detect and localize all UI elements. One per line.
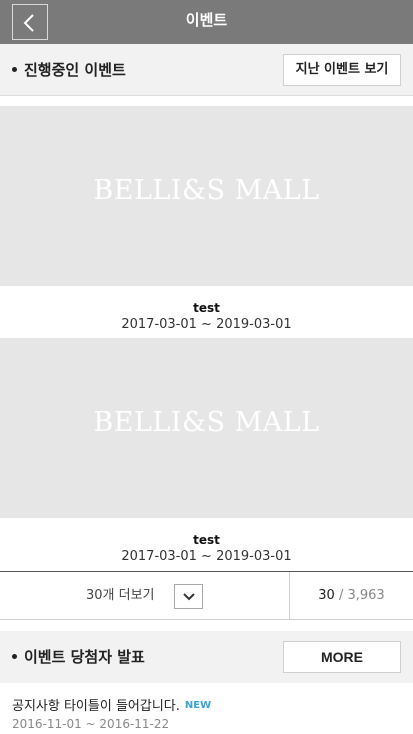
notice-item[interactable]: 공지사항 타이틀이 들어갑니다. NEW 2016-11-01 ~ 2016-11… <box>0 683 413 734</box>
event-banner-logo: BELLI&S MALL <box>93 407 320 438</box>
counter-current: 30 <box>318 588 335 603</box>
event-period: 2017-03-01 ~ 2019-03-01 <box>121 549 292 564</box>
load-more-button[interactable] <box>174 584 203 609</box>
load-more-area[interactable]: 30개 더보기 <box>0 572 290 620</box>
new-badge: NEW <box>184 700 212 711</box>
bullet-icon <box>12 67 17 72</box>
ongoing-events-title-text: 진행중인 이벤트 <box>24 61 126 79</box>
winners-more-button[interactable]: MORE <box>283 641 401 673</box>
event-banner[interactable]: BELLI&S MALL <box>0 106 413 286</box>
event-counter: 30 / 3,963 <box>290 572 413 620</box>
event-card[interactable]: BELLI&S MALL test 2017-03-01 ~ 2019-03-0… <box>0 338 413 566</box>
load-more-label[interactable]: 30개 더보기 <box>86 572 155 620</box>
notice-period: 2016-11-01 ~ 2016-11-22 <box>12 717 170 731</box>
ongoing-events-title: 진행중인 이벤트 <box>12 44 126 96</box>
notice-title[interactable]: 공지사항 타이틀이 들어갑니다. <box>12 699 180 714</box>
event-period: 2017-03-01 ~ 2019-03-01 <box>121 317 292 332</box>
winners-header: 이벤트 당첨자 발표 MORE <box>0 631 413 683</box>
event-name[interactable]: test <box>0 300 413 316</box>
event-card[interactable]: BELLI&S MALL test 2017-03-01 ~ 2019-03-0… <box>0 106 413 334</box>
winners-title-text: 이벤트 당첨자 발표 <box>24 648 145 666</box>
winners-title: 이벤트 당첨자 발표 <box>12 631 145 683</box>
past-events-button[interactable]: 지난 이벤트 보기 <box>283 54 401 86</box>
load-more-row: 30개 더보기 30 / 3,963 <box>0 571 413 620</box>
bullet-icon <box>12 654 17 659</box>
top-bar: 이벤트 <box>0 0 413 44</box>
event-banner[interactable]: BELLI&S MALL <box>0 338 413 518</box>
event-name[interactable]: test <box>0 532 413 548</box>
counter-total: / 3,963 <box>338 588 385 603</box>
ongoing-events-header: 진행중인 이벤트 지난 이벤트 보기 <box>0 44 413 96</box>
notice-title-line[interactable]: 공지사항 타이틀이 들어갑니다. NEW <box>12 697 211 716</box>
page-title: 이벤트 <box>185 11 228 29</box>
event-banner-logo: BELLI&S MALL <box>93 175 320 206</box>
chevron-down-icon <box>183 593 195 601</box>
